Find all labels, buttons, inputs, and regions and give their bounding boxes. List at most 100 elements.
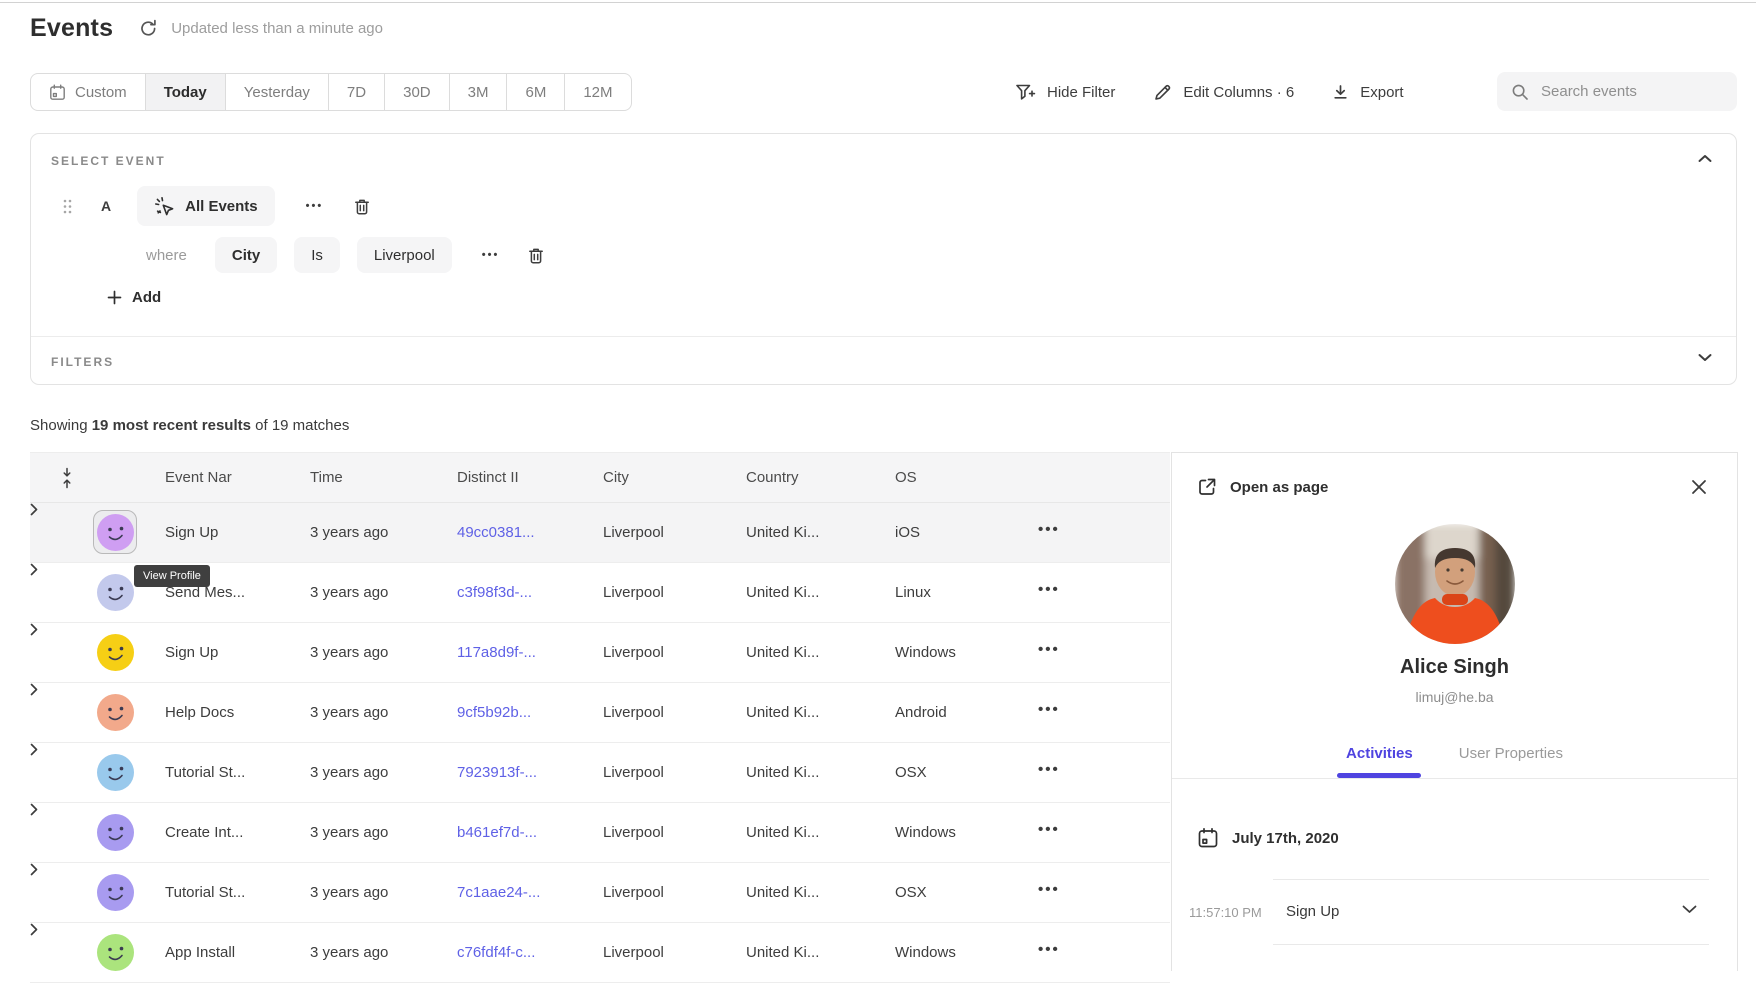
- row-menu-button[interactable]: •••: [1038, 761, 1060, 778]
- date-range-12m[interactable]: 12M: [565, 74, 630, 110]
- date-range-6m[interactable]: 6M: [507, 74, 565, 110]
- user-avatar[interactable]: [93, 750, 137, 794]
- table-row[interactable]: Create Int... 3 years ago b461ef7d-... L…: [30, 803, 1170, 863]
- column-header-country[interactable]: Country: [746, 469, 799, 486]
- column-header-event-name[interactable]: Event Nar: [165, 469, 232, 486]
- table-header: Event Nar Time Distinct II City Country …: [30, 452, 1170, 503]
- activity-date-row: July 17th, 2020: [1197, 827, 1339, 849]
- event-more-dots-icon[interactable]: •••: [306, 200, 324, 212]
- expand-row-chevron-right-icon[interactable]: [30, 923, 1170, 936]
- summary-count: 19 most recent results: [92, 417, 251, 434]
- operator-chip[interactable]: Is: [294, 237, 340, 273]
- date-range-3m[interactable]: 3M: [450, 74, 508, 110]
- hide-filter-button[interactable]: Hide Filter: [1015, 83, 1115, 102]
- date-range-today[interactable]: Today: [146, 74, 226, 110]
- row-menu-button[interactable]: •••: [1038, 521, 1060, 538]
- cell-time: 3 years ago: [310, 944, 388, 961]
- distinct-id-link[interactable]: 49cc0381...: [457, 524, 535, 541]
- distinct-id-link[interactable]: b461ef7d-...: [457, 824, 537, 841]
- table-row[interactable]: Sign Up 3 years ago 117a8d9f-... Liverpo…: [30, 623, 1170, 683]
- cell-os: OSX: [895, 764, 927, 781]
- table-row[interactable]: Sign Up 3 years ago 49cc0381... Liverpoo…: [30, 503, 1170, 563]
- event-selector-chip[interactable]: All Events: [137, 186, 275, 226]
- user-avatar[interactable]: [93, 630, 137, 674]
- updated-status: Updated less than a minute ago: [171, 20, 383, 37]
- sort-icon[interactable]: [61, 467, 73, 489]
- value-chip[interactable]: Liverpool: [357, 237, 452, 273]
- distinct-id-link[interactable]: 7923913f-...: [457, 764, 537, 781]
- row-menu-button[interactable]: •••: [1038, 581, 1060, 598]
- table-row[interactable]: Help Docs 3 years ago 9cf5b92b... Liverp…: [30, 683, 1170, 743]
- property-chip-label: City: [232, 247, 260, 264]
- row-menu-button[interactable]: •••: [1038, 941, 1060, 958]
- events-table: Event Nar Time Distinct II City Country …: [30, 452, 1170, 983]
- cell-country: United Ki...: [746, 944, 819, 961]
- tab-activities[interactable]: Activities: [1346, 740, 1413, 768]
- column-header-os[interactable]: OS: [895, 469, 917, 486]
- cell-time: 3 years ago: [310, 764, 388, 781]
- cell-os: iOS: [895, 524, 920, 541]
- table-row[interactable]: Tutorial St... 3 years ago 7c1aae24-... …: [30, 863, 1170, 923]
- expand-row-chevron-right-icon[interactable]: [30, 743, 1170, 756]
- user-avatar[interactable]: [93, 810, 137, 854]
- table-row[interactable]: App Install 3 years ago c76fdf4f-c... Li…: [30, 923, 1170, 983]
- edit-columns-button[interactable]: Edit Columns · 6: [1153, 83, 1294, 102]
- property-chip[interactable]: City: [215, 237, 277, 273]
- open-as-page-button[interactable]: Open as page: [1197, 477, 1328, 497]
- results-summary: Showing 19 most recent results of 19 mat…: [30, 417, 349, 434]
- date-range-yesterday[interactable]: Yesterday: [226, 74, 329, 110]
- profile-email: limuj@he.ba: [1172, 689, 1737, 705]
- column-header-distinct-id[interactable]: Distinct II: [457, 469, 519, 486]
- distinct-id-link[interactable]: 9cf5b92b...: [457, 704, 531, 721]
- row-menu-button[interactable]: •••: [1038, 821, 1060, 838]
- user-avatar[interactable]: [93, 510, 137, 554]
- expand-row-chevron-right-icon[interactable]: [30, 683, 1170, 696]
- date-range-7d[interactable]: 7D: [329, 74, 385, 110]
- summary-prefix: Showing: [30, 417, 92, 434]
- event-trash-icon[interactable]: [353, 197, 371, 216]
- row-menu-button[interactable]: •••: [1038, 641, 1060, 658]
- date-range-label: Yesterday: [244, 84, 310, 101]
- add-button[interactable]: Add: [107, 289, 161, 306]
- user-avatar[interactable]: [93, 570, 137, 614]
- download-icon: [1332, 84, 1349, 101]
- column-header-city[interactable]: City: [603, 469, 629, 486]
- distinct-id-link[interactable]: 7c1aae24-...: [457, 884, 540, 901]
- expand-row-chevron-right-icon[interactable]: [30, 863, 1170, 876]
- operator-chip-label: Is: [311, 247, 323, 264]
- distinct-id-link[interactable]: c3f98f3d-...: [457, 584, 532, 601]
- filters-label[interactable]: FILTERS: [51, 355, 114, 369]
- user-avatar[interactable]: [93, 870, 137, 914]
- date-range-label: 6M: [525, 84, 546, 101]
- where-trash-icon[interactable]: [527, 246, 545, 265]
- query-builder-panel: SELECT EVENT A All Events •••: [30, 133, 1737, 385]
- drag-handle-icon[interactable]: [63, 199, 72, 214]
- distinct-id-link[interactable]: c76fdf4f-c...: [457, 944, 535, 961]
- expand-row-chevron-right-icon[interactable]: [30, 803, 1170, 816]
- user-avatar[interactable]: [93, 930, 137, 974]
- distinct-id-link[interactable]: 117a8d9f-...: [457, 644, 536, 661]
- profile-photo: [1395, 524, 1515, 644]
- collapse-chevron-up-icon[interactable]: [1698, 154, 1712, 163]
- tab-user-properties[interactable]: User Properties: [1459, 740, 1563, 768]
- where-more-dots-icon[interactable]: •••: [482, 249, 500, 261]
- date-range-custom[interactable]: Custom: [31, 74, 146, 110]
- profile-name: Alice Singh: [1172, 656, 1737, 679]
- expand-row-chevron-right-icon[interactable]: [30, 503, 1170, 516]
- date-range-30d[interactable]: 30D: [385, 74, 450, 110]
- close-icon[interactable]: [1691, 479, 1707, 495]
- row-menu-button[interactable]: •••: [1038, 881, 1060, 898]
- export-button[interactable]: Export: [1332, 84, 1403, 101]
- activity-chevron-down-icon[interactable]: [1682, 905, 1697, 914]
- row-menu-button[interactable]: •••: [1038, 701, 1060, 718]
- expand-chevron-down-icon[interactable]: [1698, 353, 1712, 362]
- activity-date: July 17th, 2020: [1232, 830, 1339, 847]
- user-avatar[interactable]: [93, 690, 137, 734]
- toolbar-actions: Hide Filter Edit Columns · 6 Export: [1015, 73, 1404, 111]
- column-header-time[interactable]: Time: [310, 469, 343, 486]
- table-row[interactable]: Tutorial St... 3 years ago 7923913f-... …: [30, 743, 1170, 803]
- refresh-icon[interactable]: [139, 19, 158, 38]
- expand-row-chevron-right-icon[interactable]: [30, 623, 1170, 636]
- cell-country: United Ki...: [746, 824, 819, 841]
- search-input[interactable]: [1541, 83, 1701, 100]
